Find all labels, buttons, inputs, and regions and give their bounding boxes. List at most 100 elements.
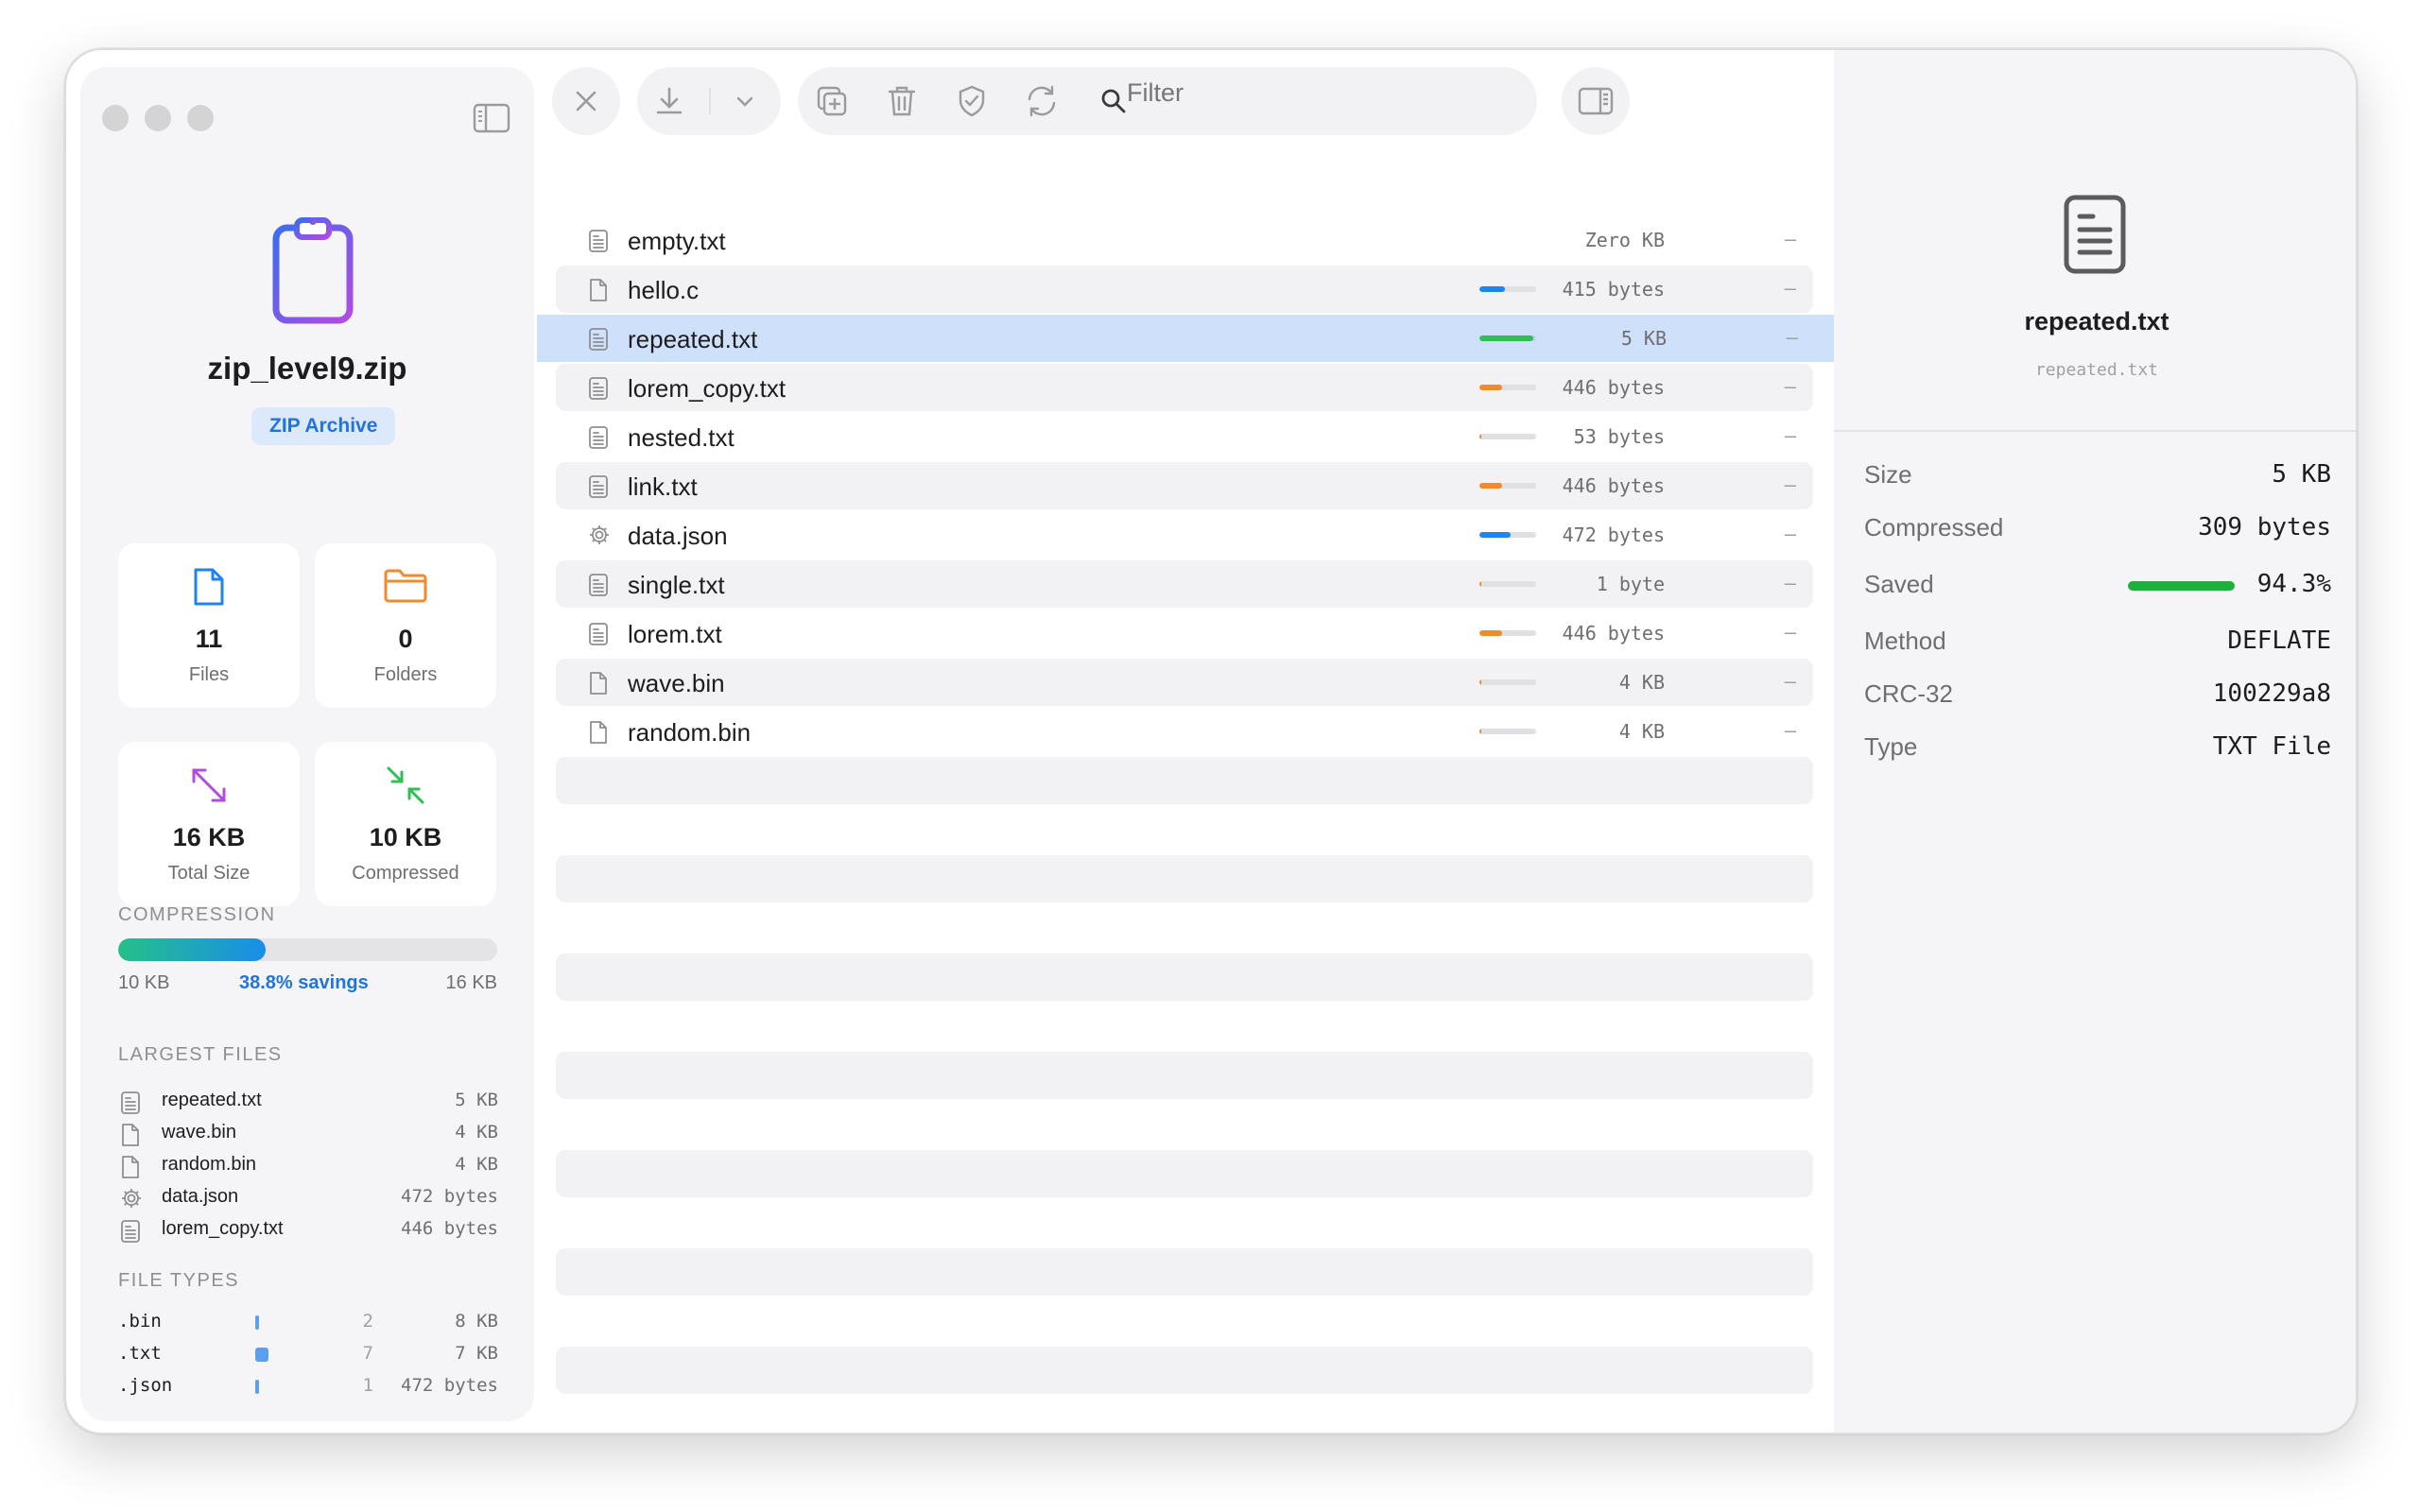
inspector-pane: repeated.txt repeated.txt Size 5 KB Compre…	[1834, 50, 2356, 1433]
inspector-toolbar-group	[1562, 67, 1630, 135]
sidebar-toggle-icon[interactable]	[471, 97, 512, 139]
file-name: nested.txt	[628, 423, 735, 452]
file-type-bar	[255, 1380, 259, 1394]
file-row[interactable]: lorem.txt 446 bytes –	[556, 610, 1813, 657]
file-icon	[588, 720, 611, 745]
file-type-count: 7	[362, 1343, 373, 1364]
add-file-icon[interactable]	[811, 80, 853, 122]
file-row[interactable]: wave.bin 4 KB –	[556, 659, 1813, 706]
property-key: Size	[1864, 460, 1912, 489]
text-file-icon	[588, 327, 611, 352]
largest-file-size: 5 KB	[455, 1090, 498, 1110]
archive-name: zip_level9.zip	[207, 351, 407, 386]
file-name: repeated.txt	[628, 325, 758, 353]
file-row[interactable]: lorem_copy.txt 446 bytes –	[556, 364, 1813, 411]
file-size: Zero KB	[1584, 229, 1665, 251]
file-name: empty.txt	[628, 227, 726, 255]
file-date: –	[1784, 571, 1796, 594]
text-file-icon	[588, 573, 611, 597]
empty-row	[556, 1052, 1813, 1099]
compression-ratio-bar	[1479, 385, 1536, 390]
close-window-button[interactable]	[102, 105, 129, 131]
close-toolbar-group	[552, 67, 620, 135]
largest-file-item[interactable]: random.bin 4 KB	[120, 1152, 498, 1180]
selected-file-name: repeated.txt	[2024, 307, 2169, 335]
text-file-icon	[588, 229, 611, 253]
zoom-window-button[interactable]	[187, 105, 214, 131]
largest-file-size: 472 bytes	[401, 1186, 498, 1207]
gear-icon	[120, 1187, 141, 1210]
compression-ratio-bar	[1479, 434, 1536, 439]
property-row: Type TXT File	[1864, 729, 2331, 766]
filter-input[interactable]	[1127, 78, 1505, 108]
file-icon	[120, 1123, 141, 1146]
inspector-toggle-icon[interactable]	[1575, 80, 1616, 122]
file-date: –	[1784, 718, 1796, 742]
file-size: 4 KB	[1618, 720, 1665, 743]
stat-label: Total Size	[167, 863, 251, 884]
shield-icon[interactable]	[951, 80, 993, 122]
largest-file-item[interactable]: repeated.txt 5 KB	[120, 1088, 498, 1116]
compression-ratio-bar	[1479, 581, 1536, 587]
property-value: 100229a8	[2212, 679, 2331, 708]
text-file-icon	[588, 376, 611, 401]
divider	[1834, 430, 2356, 432]
file-date: –	[1784, 276, 1796, 300]
stat-card-total-size: 16 KB Total Size	[118, 742, 300, 906]
compression-ratio-fill	[1479, 729, 1482, 734]
file-type-row: .txt 7 7 KB	[118, 1341, 498, 1369]
file-row[interactable]: nested.txt 53 bytes –	[556, 413, 1813, 460]
file-row[interactable]: link.txt 446 bytes –	[556, 462, 1813, 509]
file-type-count: 1	[362, 1375, 373, 1396]
file-row[interactable]: random.bin 4 KB –	[556, 708, 1813, 755]
file-name: data.json	[628, 522, 728, 550]
largest-file-item[interactable]: wave.bin 4 KB	[120, 1120, 498, 1148]
chevron-down-icon[interactable]	[724, 80, 766, 122]
largest-file-name: data.json	[162, 1186, 239, 1207]
selected-file-path: repeated.txt	[2034, 360, 2159, 380]
file-size: 415 bytes	[1562, 278, 1665, 301]
file-name: wave.bin	[628, 669, 725, 697]
property-row: CRC-32 100229a8	[1864, 676, 2331, 713]
archive-type-badge: ZIP Archive	[251, 407, 396, 445]
text-file-icon	[120, 1219, 141, 1243]
file-row[interactable]: repeated.txt 5 KB –	[537, 315, 1834, 362]
file-row[interactable]: single.txt 1 byte –	[556, 560, 1813, 608]
stat-card-files: 11 Files	[118, 543, 300, 708]
file-date: –	[1784, 227, 1796, 250]
file-type-row: .json 1 472 bytes	[118, 1373, 498, 1401]
close-icon[interactable]	[565, 80, 607, 122]
compression-ratio-fill	[1479, 679, 1482, 685]
expand-arrows-icon	[118, 765, 300, 806]
file-date: –	[1784, 374, 1796, 398]
property-row: Saved 94.3%	[1864, 566, 2331, 604]
property-row: Method DEFLATE	[1864, 623, 2331, 661]
property-value: 5 KB	[2272, 460, 2331, 489]
file-row[interactable]: empty.txt Zero KB –	[556, 216, 1813, 264]
text-file-icon	[120, 1091, 141, 1114]
file-icon	[118, 566, 300, 608]
stat-label: Files	[188, 664, 230, 685]
trash-icon[interactable]	[881, 80, 923, 122]
file-size: 1 byte	[1596, 573, 1665, 595]
savings-label: 38.8% savings	[239, 972, 369, 993]
largest-file-name: repeated.txt	[162, 1090, 262, 1110]
file-row[interactable]: hello.c 415 bytes –	[556, 266, 1813, 313]
largest-file-item[interactable]: lorem_copy.txt 446 bytes	[120, 1216, 498, 1245]
download-icon[interactable]	[648, 80, 690, 122]
minimize-window-button[interactable]	[145, 105, 171, 131]
file-row[interactable]: data.json 472 bytes –	[556, 511, 1813, 558]
largest-file-item[interactable]: data.json 472 bytes	[120, 1184, 498, 1212]
file-date: –	[1784, 669, 1796, 693]
extract-toolbar-group	[637, 67, 781, 135]
compress-arrows-icon	[315, 765, 496, 806]
toolbar-divider	[709, 88, 711, 114]
compression-ratio-fill	[1479, 581, 1482, 587]
stat-card-compressed: 10 KB Compressed	[315, 742, 496, 906]
property-key: Type	[1864, 732, 1918, 761]
empty-row	[556, 757, 1813, 804]
refresh-icon[interactable]	[1021, 80, 1063, 122]
folder-icon	[315, 566, 496, 608]
property-key: Method	[1864, 627, 1946, 655]
text-file-icon	[588, 425, 611, 450]
